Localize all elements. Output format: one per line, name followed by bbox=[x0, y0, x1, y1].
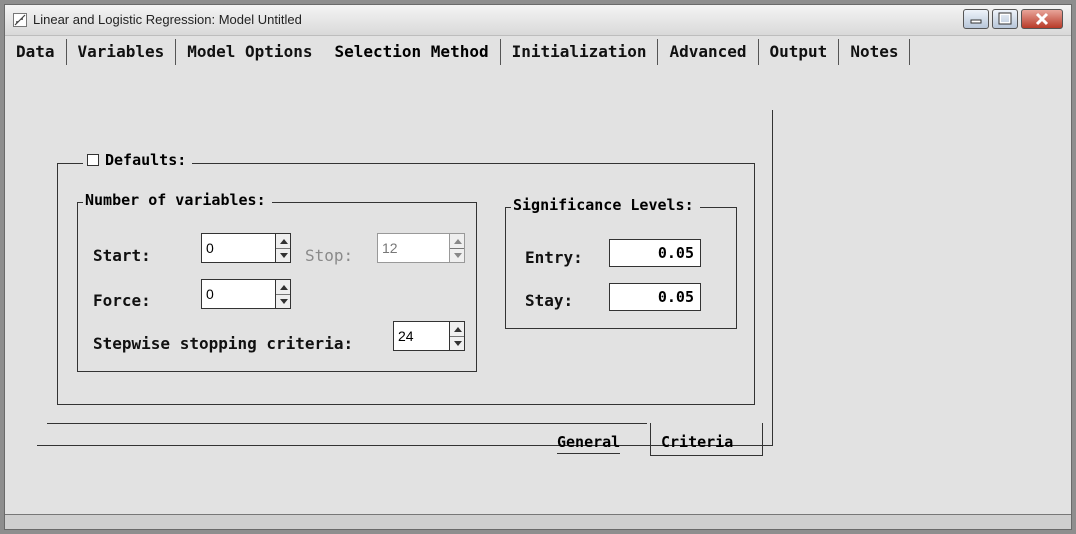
stop-spinner bbox=[377, 233, 465, 263]
minimize-icon bbox=[970, 19, 982, 24]
window-controls bbox=[960, 9, 1063, 31]
window-title: Linear and Logistic Regression: Model Un… bbox=[33, 12, 302, 27]
number-of-variables-label: Number of variables: bbox=[83, 191, 272, 209]
tab-variables[interactable]: Variables bbox=[67, 39, 177, 65]
close-button[interactable] bbox=[1021, 9, 1063, 29]
subtab-divider bbox=[47, 423, 647, 424]
tab-notes[interactable]: Notes bbox=[839, 39, 911, 65]
defaults-checkbox[interactable] bbox=[87, 154, 99, 166]
stop-label: Stop: bbox=[305, 246, 354, 265]
stepwise-criteria-input[interactable] bbox=[393, 321, 449, 351]
tab-output[interactable]: Output bbox=[759, 39, 840, 65]
spin-down-icon[interactable] bbox=[450, 337, 464, 351]
spin-up-icon[interactable] bbox=[276, 234, 290, 249]
tab-model-options[interactable]: Model Options bbox=[176, 39, 323, 65]
force-label: Force: bbox=[93, 291, 151, 310]
title-bar[interactable]: Linear and Logistic Regression: Model Un… bbox=[5, 5, 1071, 36]
main-tab-strip: Data Variables Model Options Selection M… bbox=[5, 35, 1071, 69]
start-spinner bbox=[201, 233, 291, 263]
force-spinner bbox=[201, 279, 291, 309]
tab-data[interactable]: Data bbox=[5, 39, 67, 65]
subtab-criteria[interactable]: Criteria bbox=[661, 433, 733, 451]
maximize-icon bbox=[998, 12, 1012, 25]
defaults-label: Defaults: bbox=[105, 151, 187, 169]
status-bar bbox=[5, 514, 1071, 529]
stay-input[interactable] bbox=[609, 283, 701, 311]
minimize-button[interactable] bbox=[963, 9, 989, 29]
spin-down-icon[interactable] bbox=[276, 249, 290, 263]
entry-label: Entry: bbox=[525, 248, 583, 267]
spin-up-icon[interactable] bbox=[450, 322, 464, 337]
spin-down-icon[interactable] bbox=[450, 249, 464, 263]
stop-spin-buttons[interactable] bbox=[449, 233, 465, 263]
regression-window: Linear and Logistic Regression: Model Un… bbox=[4, 4, 1072, 530]
spin-up-icon[interactable] bbox=[450, 234, 464, 249]
tab-selection-method[interactable]: Selection Method bbox=[323, 39, 501, 65]
spin-up-icon[interactable] bbox=[276, 280, 290, 295]
maximize-button[interactable] bbox=[992, 9, 1018, 29]
entry-input[interactable] bbox=[609, 239, 701, 267]
significance-levels-label: Significance Levels: bbox=[511, 196, 700, 214]
start-spin-buttons[interactable] bbox=[275, 233, 291, 263]
force-input[interactable] bbox=[201, 279, 275, 309]
start-label: Start: bbox=[93, 246, 151, 265]
stay-label: Stay: bbox=[525, 291, 574, 310]
stepwise-criteria-label: Stepwise stopping criteria: bbox=[93, 334, 354, 353]
start-input[interactable] bbox=[201, 233, 275, 263]
stepwise-spin-buttons[interactable] bbox=[449, 321, 465, 351]
close-icon bbox=[1035, 12, 1049, 26]
stop-input[interactable] bbox=[377, 233, 449, 263]
defaults-checkbox-row[interactable]: Defaults: bbox=[83, 151, 193, 169]
stepwise-criteria-spinner bbox=[393, 321, 465, 351]
regression-chart-icon bbox=[13, 13, 27, 27]
spin-down-icon[interactable] bbox=[276, 295, 290, 309]
tab-initialization[interactable]: Initialization bbox=[501, 39, 659, 65]
subtab-general[interactable]: General bbox=[557, 433, 621, 454]
tab-advanced[interactable]: Advanced bbox=[658, 39, 759, 65]
force-spin-buttons[interactable] bbox=[275, 279, 291, 309]
